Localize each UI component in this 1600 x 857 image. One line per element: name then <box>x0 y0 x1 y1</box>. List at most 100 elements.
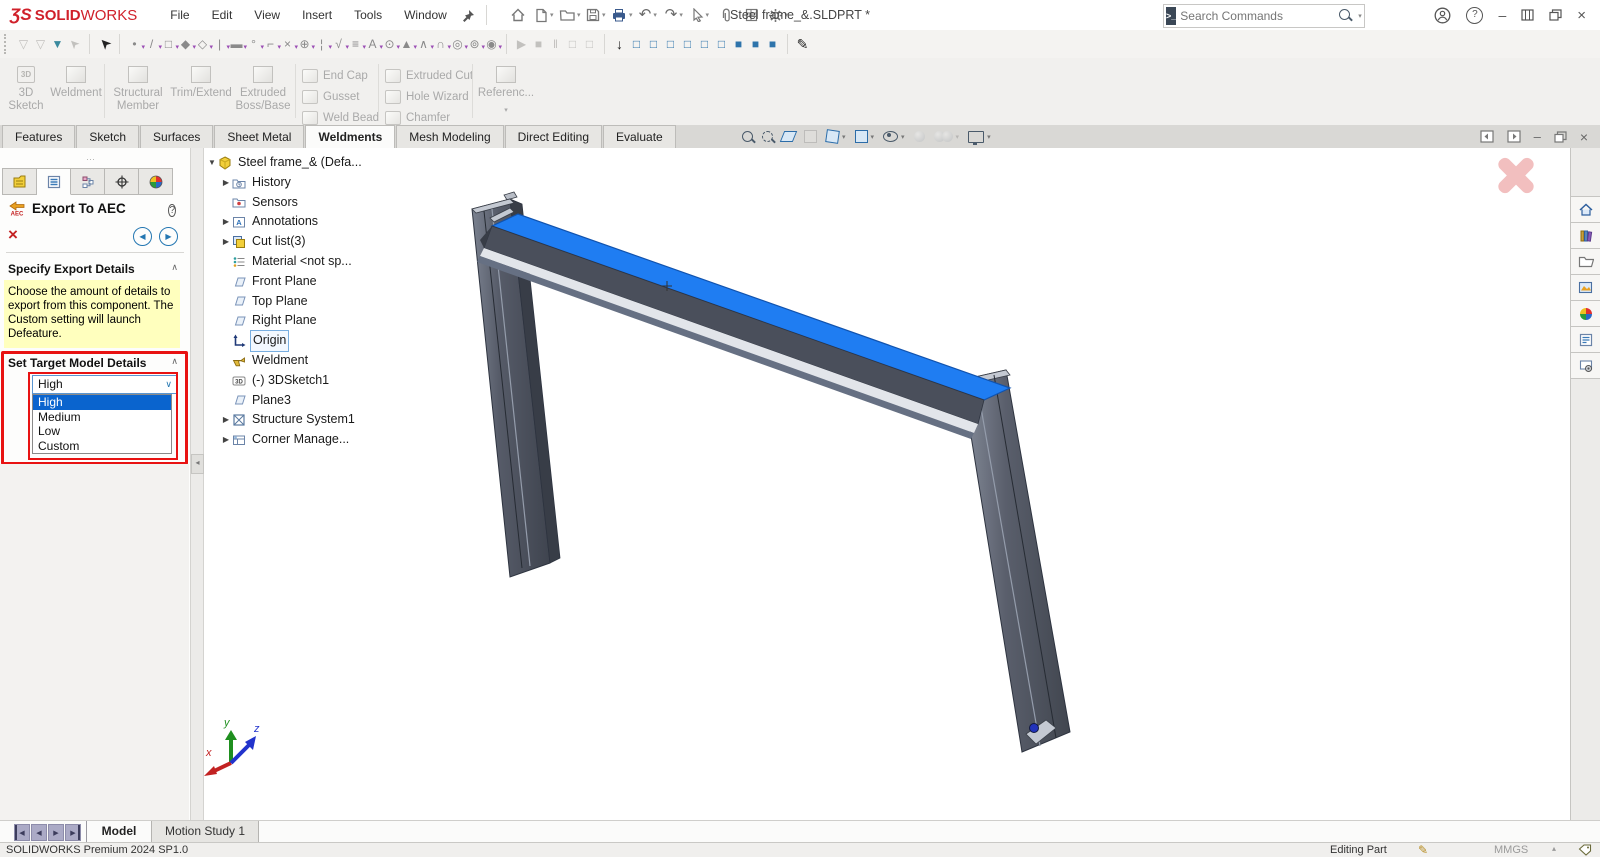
property-manager-tab[interactable] <box>37 168 71 195</box>
filter-surface-bodies-icon[interactable]: ◆ <box>177 34 194 54</box>
filter-dimensions-icon[interactable]: √ <box>330 34 347 54</box>
record-video-icon[interactable]: □ <box>564 34 581 54</box>
filter-datums-icon[interactable]: ▲ <box>398 34 415 54</box>
section-view-icon[interactable] <box>782 131 795 142</box>
doc-minimize-icon[interactable]: – <box>1534 129 1541 144</box>
pane-left-icon[interactable] <box>1480 130 1494 143</box>
last-tab-icon[interactable]: ▶ <box>65 824 81 841</box>
tree-item-corner-management[interactable]: ▶ Corner Manage... <box>206 430 416 450</box>
tab-sheet-metal[interactable]: Sheet Metal <box>214 125 304 148</box>
filter-weld-symbols-icon[interactable]: ∧ <box>415 34 432 54</box>
file-explorer-icon[interactable] <box>1571 249 1600 275</box>
origin-marker[interactable] <box>1030 724 1039 733</box>
menu-file[interactable]: File <box>159 0 200 30</box>
menu-window[interactable]: Window <box>393 0 458 30</box>
motion-study-1-tab[interactable]: Motion Study 1 <box>151 821 259 843</box>
collapse-chevron-icon[interactable]: ∧ <box>171 262 178 273</box>
filter-gtols-icon[interactable]: ◎ <box>449 34 466 54</box>
tab-evaluate[interactable]: Evaluate <box>603 125 676 148</box>
tree-item-structure-system1[interactable]: ▶ Structure System1 <box>206 410 416 430</box>
view-dimetric-icon[interactable]: ■ <box>747 34 764 54</box>
help-icon[interactable]: ? <box>1466 7 1483 24</box>
forward-button[interactable]: ▶ <box>159 227 178 246</box>
reference-geometry-button[interactable]: Referenc...▾ <box>478 62 534 122</box>
tab-sketch[interactable]: Sketch <box>76 125 139 148</box>
view-left-icon[interactable]: □ <box>662 34 679 54</box>
structural-member-button[interactable]: Structural Member <box>106 62 170 122</box>
zoom-to-fit-icon[interactable] <box>742 131 753 142</box>
filter-midpoints-icon[interactable]: × <box>279 34 296 54</box>
filter-solid-bodies-icon[interactable]: ◇ <box>194 34 211 54</box>
view-trimetric-icon[interactable]: ■ <box>764 34 781 54</box>
view-top-icon[interactable]: □ <box>696 34 713 54</box>
filter-vertices-icon[interactable]: • <box>126 34 143 54</box>
back-button[interactable]: ◀ <box>133 227 152 246</box>
capture-image-icon[interactable]: □ <box>581 34 598 54</box>
filter-notes-icon[interactable]: A <box>364 34 381 54</box>
filter-faces-icon[interactable]: □ <box>160 34 177 54</box>
search-commands-input[interactable] <box>1176 9 1339 23</box>
new-document-icon[interactable] <box>533 4 555 26</box>
redo-icon[interactable]: ↷ <box>663 4 685 26</box>
top-beam[interactable] <box>477 208 1010 439</box>
units-caret-icon[interactable]: ▴ <box>1552 844 1556 853</box>
view-orientation-icon[interactable] <box>826 130 846 143</box>
trim-extend-button[interactable]: Trim/Extend <box>168 62 234 122</box>
doc-restore-icon[interactable] <box>1554 131 1567 143</box>
doc-close-icon[interactable]: × <box>1580 129 1588 145</box>
filter-annotations-icon[interactable]: ≡ <box>347 34 364 54</box>
search-caret-icon[interactable]: ▾ <box>1358 12 1362 20</box>
pen-tool-icon[interactable]: ✎ <box>794 34 811 54</box>
home-icon[interactable] <box>507 4 529 26</box>
filter-centerlines-icon[interactable]: ¦ <box>313 34 330 54</box>
tree-item-material[interactable]: Material <not sp... <box>206 252 416 272</box>
collapsed-arrow-icon[interactable]: ▶ <box>220 173 232 193</box>
close-icon[interactable]: × <box>1577 7 1586 24</box>
select-tool-icon[interactable]: ➤ <box>96 34 113 54</box>
display-style-icon[interactable] <box>855 130 875 143</box>
collapse-panel-icon[interactable]: ◂ <box>191 454 204 474</box>
cancel-button[interactable]: × <box>8 226 18 244</box>
filter-edges-icon[interactable]: / <box>143 34 160 54</box>
filter-axes-icon[interactable]: | <box>211 34 228 54</box>
collapsed-arrow-icon[interactable]: ▶ <box>220 410 232 430</box>
tree-item-annotations[interactable]: ▶ A Annotations <box>206 212 416 232</box>
gusset-button[interactable]: Gusset <box>302 87 359 106</box>
filter-sketch-segments-icon[interactable]: ⌐ <box>262 34 279 54</box>
configuration-manager-tab[interactable] <box>71 168 105 195</box>
tree-item-sensors[interactable]: Sensors <box>206 193 416 213</box>
view-back-icon[interactable]: □ <box>645 34 662 54</box>
end-cap-button[interactable]: End Cap <box>302 66 368 85</box>
solidworks-forum-icon[interactable] <box>1571 353 1600 379</box>
view-normal-to-icon[interactable]: ↓ <box>611 34 628 54</box>
extruded-boss-base-button[interactable]: Extruded Boss/Base <box>234 62 292 122</box>
model-tab[interactable]: Model <box>86 821 152 843</box>
pin-menu-icon[interactable] <box>458 4 480 26</box>
tab-weldments[interactable]: Weldments <box>305 125 395 148</box>
menu-edit[interactable]: Edit <box>201 0 244 30</box>
selected-face[interactable] <box>492 214 1010 400</box>
minimize-icon[interactable]: – <box>1498 7 1506 23</box>
filter-weld-beads-icon[interactable]: ∩ <box>432 34 449 54</box>
save-icon[interactable] <box>585 4 607 26</box>
panel-drag-dots[interactable]: ⋯ <box>86 154 95 165</box>
custom-properties-icon[interactable] <box>1571 327 1600 353</box>
collapsed-arrow-icon[interactable]: ▶ <box>220 430 232 450</box>
filter-sketch-points-icon[interactable]: ° <box>245 34 262 54</box>
next-tab-icon[interactable]: ▶ <box>48 824 64 841</box>
print-icon[interactable] <box>611 4 633 26</box>
view-right-icon[interactable]: □ <box>679 34 696 54</box>
units-text[interactable]: MMGS <box>1494 844 1528 856</box>
stop-icon[interactable]: ■ <box>530 34 547 54</box>
undo-icon[interactable]: ↶ <box>637 4 659 26</box>
cursor-arrow-icon[interactable]: ➤ <box>66 34 83 54</box>
panel-splitter[interactable]: ◂ <box>191 148 204 820</box>
right-column[interactable] <box>962 370 1070 752</box>
hole-wizard-button[interactable]: Hole Wizard <box>385 87 469 106</box>
menu-tools[interactable]: Tools <box>343 0 393 30</box>
filter-routing-points-icon[interactable]: ◉ <box>483 34 500 54</box>
tree-item-top-plane[interactable]: Top Plane <box>206 292 416 312</box>
filter-balloons-icon[interactable]: ⊙ <box>381 34 398 54</box>
open-document-icon[interactable] <box>559 4 581 26</box>
zoom-to-area-icon[interactable] <box>762 131 773 142</box>
